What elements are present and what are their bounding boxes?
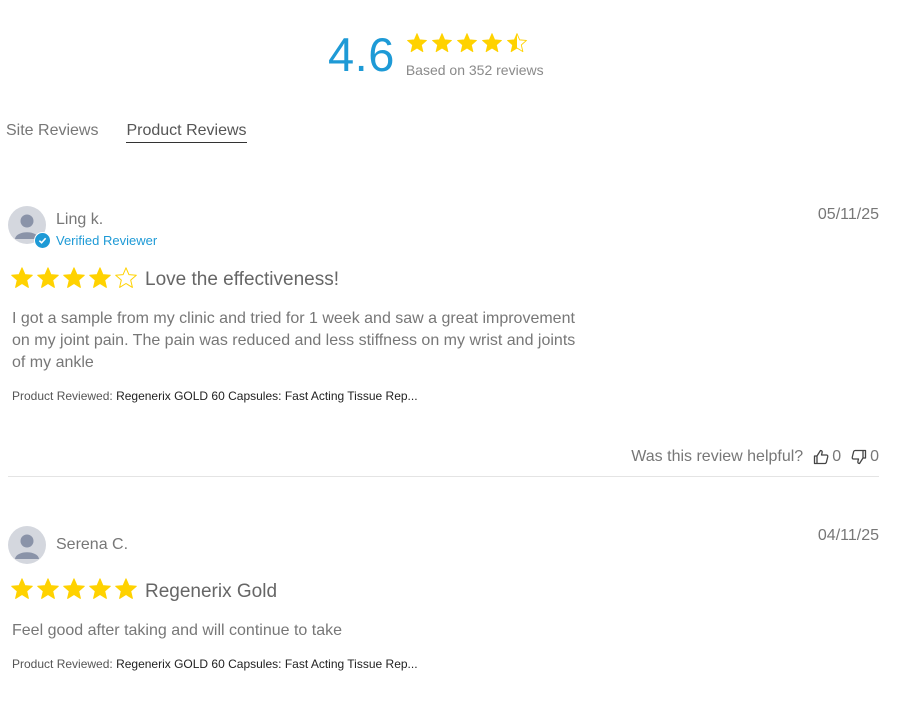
review-body: I got a sample from my clinic and tried … (12, 310, 576, 371)
verified-check-icon (34, 232, 51, 249)
review-stars (10, 266, 140, 290)
tab-product-reviews[interactable]: Product Reviews (126, 122, 247, 143)
review-date: 04/11/25 (817, 527, 879, 544)
star-icon (11, 267, 33, 288)
star-icon (406, 33, 427, 53)
helpful-section: Was this review helpful? 0 0 (631, 448, 879, 466)
product-name[interactable]: Regenerix GOLD 60 Capsules: Fast Acting … (116, 389, 417, 403)
summary-stars (406, 32, 544, 54)
reviewer-name: Serena C. (56, 536, 129, 553)
review-count: Based on 352 reviews (405, 62, 544, 78)
product-reviewed: Product Reviewed: Regenerix GOLD 60 Caps… (12, 389, 418, 403)
review-stars (10, 577, 140, 601)
star-icon (11, 578, 33, 599)
thumbs-up-icon (814, 449, 829, 465)
reviewer-name: Ling k. (56, 211, 104, 228)
product-reviewed: Product Reviewed: Regenerix GOLD 60 Caps… (12, 657, 418, 671)
star-icon (115, 267, 137, 288)
user-avatar-icon (8, 526, 46, 564)
rating-summary: 4.6 Based on 352 reviews (328, 28, 544, 82)
review-title: Love the effectiveness! (145, 269, 339, 290)
verified-label: Verified Reviewer (56, 233, 158, 248)
star-icon (506, 33, 527, 53)
helpful-label: Was this review helpful? (631, 448, 804, 465)
review-title: Regenerix Gold (145, 581, 278, 602)
star-icon (63, 267, 85, 288)
upvote-button[interactable]: 0 (813, 448, 841, 466)
star-icon (37, 267, 59, 288)
review-tabs: Site Reviews Product Reviews (6, 122, 275, 143)
downvote-button[interactable]: 0 (851, 448, 879, 466)
average-rating: 4.6 (328, 28, 395, 81)
star-icon (481, 33, 502, 53)
star-icon (89, 267, 111, 288)
star-icon (63, 578, 85, 599)
product-name[interactable]: Regenerix GOLD 60 Capsules: Fast Acting … (116, 657, 417, 671)
star-icon (115, 578, 137, 599)
product-reviewed-label: Product Reviewed: (12, 657, 113, 671)
downvote-count: 0 (870, 448, 879, 465)
star-icon (89, 578, 111, 599)
thumbs-down-icon (851, 449, 867, 465)
star-icon (37, 578, 59, 599)
review-date: 05/11/25 (817, 206, 879, 223)
tab-site-reviews[interactable]: Site Reviews (6, 122, 98, 143)
review-divider (8, 476, 879, 477)
review-body: Feel good after taking and will continue… (12, 622, 342, 639)
star-icon (456, 33, 477, 53)
star-icon (431, 33, 452, 53)
upvote-count: 0 (832, 448, 842, 465)
product-reviewed-label: Product Reviewed: (12, 389, 113, 403)
